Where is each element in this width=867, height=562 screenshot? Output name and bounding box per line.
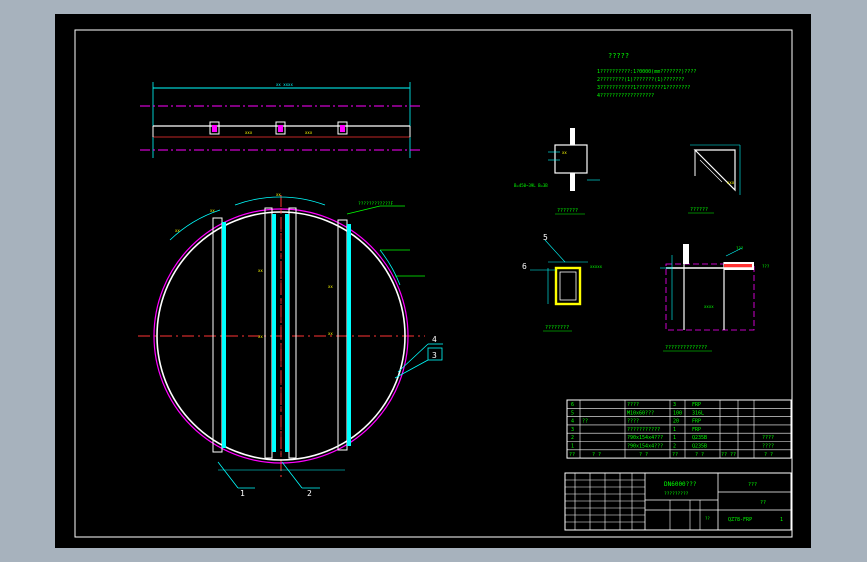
parts-row-material: 316L <box>692 410 704 416</box>
detail-3-num-6: 6 <box>522 262 527 271</box>
parts-row-no: 5 <box>571 410 574 416</box>
drawing-name: DN6000??? <box>664 481 697 488</box>
parts-row-qty: 20 <box>673 419 679 425</box>
drawing-number: QZ78-FRP <box>728 517 752 523</box>
parts-row-qty: 1 <box>673 427 676 433</box>
detail-3-caption: ???????? <box>545 325 569 331</box>
parts-row-material: FRP <box>692 402 701 408</box>
parts-header-name: ? ? <box>639 452 648 458</box>
parts-row-material: FRP <box>692 427 701 433</box>
parts-row-material: FRP <box>692 419 701 425</box>
parts-row-no: 2 <box>571 435 574 441</box>
parts-row-name: ???? <box>627 419 639 425</box>
parts-row-name: M10x60??? <box>627 410 654 416</box>
parts-header-note: ? ? <box>764 452 773 458</box>
parts-row-qty: 1 <box>673 435 676 441</box>
notes-line-2: 2????????(1)???????(1)??????? <box>597 77 684 83</box>
detail-1-caption: ??????? <box>557 208 578 214</box>
svg-text:xxx: xxx <box>305 130 313 135</box>
parts-row-qty: 2 <box>673 444 676 450</box>
notes-title: ????? <box>608 52 629 60</box>
parts-header-no: ?? <box>569 452 575 458</box>
balloon-3: 3 <box>432 351 437 360</box>
balloon-1: 1 <box>240 489 245 498</box>
parts-row-qty: 3 <box>673 402 676 408</box>
parts-row-no: 6 <box>571 402 574 408</box>
parts-row-name: ?90x154x4??? <box>627 444 663 450</box>
parts-row-name: ??????????? <box>627 427 660 433</box>
svg-text:xxx: xxx <box>727 180 735 185</box>
svg-text:xx: xx <box>258 268 263 273</box>
drawing-sheet <box>55 14 811 548</box>
notes-line-4: 4?????????????????? <box>597 93 654 99</box>
balloon-4: 4 <box>432 335 437 344</box>
parts-row-qty: 100 <box>673 410 682 416</box>
scale-label: ?? <box>705 516 710 521</box>
parts-row-no: 1 <box>571 444 574 450</box>
parts-row-material: Q235B <box>692 435 707 441</box>
detail-4-label-2: ??? <box>762 264 770 269</box>
parts-row-name: ?90x154x4??? <box>627 435 663 441</box>
parts-header-code: ? ? <box>592 452 601 458</box>
parts-row-name: ???? <box>627 402 639 408</box>
svg-text:xxxx: xxxx <box>704 304 714 309</box>
parts-row-no: 3 <box>571 427 574 433</box>
detail-3-num-5: 5 <box>543 233 548 242</box>
cad-drawing-canvas: xx xxxx xxx xxx xx xx xx xx xx xx xx ???… <box>55 14 811 548</box>
detail-1-left-label: B=450~39L B=3B <box>514 183 548 188</box>
parts-header-weight: ?? ?? <box>721 452 736 458</box>
svg-text:xx: xx <box>210 208 215 213</box>
balloon-2: 2 <box>307 489 312 498</box>
parts-row-note: ???? <box>762 444 774 450</box>
drawing-sub: ????????? <box>664 491 689 497</box>
svg-text:xx: xx <box>328 284 333 289</box>
svg-text:xxxxx: xxxxx <box>590 264 603 269</box>
parts-row-material: Q235B <box>692 444 707 450</box>
svg-text:xx: xx <box>276 192 281 197</box>
svg-text:xxx: xxx <box>245 130 253 135</box>
parts-row-code: ?? <box>582 419 588 425</box>
svg-text:xx: xx <box>175 228 180 233</box>
svg-text:xx: xx <box>258 334 263 339</box>
parts-header-qty: ?? <box>672 452 678 458</box>
parts-row-no: 4 <box>571 419 574 425</box>
detail-4-caption: ?????????????? <box>665 345 707 351</box>
detail-2-caption: ?????? <box>690 207 708 213</box>
svg-text:xx: xx <box>562 150 567 155</box>
callout-top-label: ????????????F <box>358 201 394 207</box>
svg-text:xx: xx <box>328 331 333 336</box>
parts-row-note: ???? <box>762 435 774 441</box>
sheet-number: 1 <box>780 517 783 523</box>
company-label: ?? <box>760 500 766 506</box>
detail-4-label-1: ??? <box>736 246 744 251</box>
notes-line-3: 3???????????1?????????1???????? <box>597 85 690 91</box>
stage-label: ??? <box>748 482 757 488</box>
parts-header-material: ? ? <box>695 452 704 458</box>
svg-text:xx xxxx: xx xxxx <box>276 82 293 87</box>
notes-line-1: 1??????????:1?0000(mm???????)???? <box>597 69 696 75</box>
